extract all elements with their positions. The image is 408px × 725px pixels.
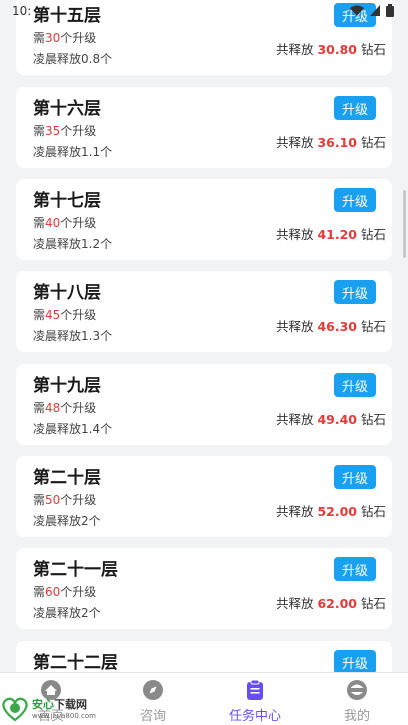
- level-card: 第二十二层 升级: [16, 641, 392, 672]
- total-release: 共释放 52.00 钻石: [275, 504, 386, 519]
- total-release: 共释放 49.40 钻石: [275, 412, 386, 427]
- compass-icon: [143, 680, 163, 700]
- watermark-brand: 安心下载网: [32, 697, 87, 711]
- upgrade-button[interactable]: 升级: [334, 188, 376, 212]
- watermark-logo: 安心下载网 www.java800.com: [0, 690, 110, 725]
- upgrade-requirement: 需35个升级: [33, 124, 97, 138]
- daily-release: 凌晨释放1.1个: [33, 145, 113, 159]
- daily-release: 凌晨释放2个: [33, 606, 101, 620]
- level-card: 第二十层 升级 需50个升级 凌晨释放2个 共释放 52.00 钻石: [16, 456, 392, 537]
- upgrade-requirement: 需30个升级: [33, 31, 97, 45]
- upgrade-requirement: 需60个升级: [33, 585, 97, 599]
- total-release: 共释放 36.10 钻石: [275, 135, 386, 150]
- daily-release: 凌晨释放1.4个: [33, 422, 113, 436]
- upgrade-requirement: 需50个升级: [33, 493, 97, 507]
- level-title: 第二十层: [33, 468, 101, 488]
- level-card: 第十八层 升级 需45个升级 凌晨释放1.3个 共释放 46.30 钻石: [16, 271, 392, 352]
- daily-release: 凌晨释放1.3个: [33, 329, 113, 343]
- upgrade-button[interactable]: 升级: [334, 650, 376, 672]
- tab-profile[interactable]: 我的: [306, 673, 408, 725]
- total-release: 共释放 62.00 钻石: [275, 596, 386, 611]
- upgrade-button[interactable]: 升级: [334, 280, 376, 304]
- daily-release: 凌晨释放0.8个: [33, 52, 113, 66]
- level-title: 第二十一层: [33, 560, 118, 580]
- upgrade-requirement: 需48个升级: [33, 401, 97, 415]
- level-card: 第十六层 升级 需35个升级 凌晨释放1.1个 共释放 36.10 钻石: [16, 87, 392, 168]
- upgrade-button[interactable]: 升级: [334, 557, 376, 581]
- status-icons: [350, 4, 394, 17]
- tab-label: 我的: [343, 709, 370, 724]
- level-title: 第十六层: [33, 99, 101, 119]
- clipboard-icon: [247, 679, 263, 700]
- total-release: 共释放 30.80 钻石: [275, 42, 386, 57]
- profile-icon: [347, 680, 367, 700]
- watermark-text: 安心下载网 www.java800.com: [32, 696, 96, 720]
- wifi-icon: [350, 5, 364, 16]
- tab-label: 任务中心: [228, 709, 281, 724]
- level-title: 第十七层: [33, 191, 101, 211]
- scrollbar[interactable]: [403, 190, 406, 258]
- tab-label: 咨询: [139, 709, 166, 724]
- level-list[interactable]: 第十五层 升级 需30个升级 凌晨释放0.8个 共释放 30.80 钻石 第十六…: [0, 0, 408, 672]
- level-title: 第十九层: [33, 376, 101, 396]
- level-title: 第二十二层: [33, 653, 118, 672]
- upgrade-requirement: 需45个升级: [33, 308, 97, 322]
- tab-task-center[interactable]: 任务中心: [204, 673, 306, 725]
- total-release: 共释放 41.20 钻石: [275, 227, 386, 242]
- watermark-url: www.java800.com: [32, 711, 96, 720]
- heart-logo-icon: [2, 697, 28, 721]
- upgrade-button[interactable]: 升级: [334, 465, 376, 489]
- upgrade-button[interactable]: 升级: [334, 96, 376, 120]
- upgrade-button[interactable]: 升级: [334, 373, 376, 397]
- total-release: 共释放 46.30 钻石: [275, 319, 386, 334]
- daily-release: 凌晨释放1.2个: [33, 237, 113, 251]
- battery-icon: [386, 4, 394, 17]
- level-title: 第十八层: [33, 283, 101, 303]
- level-card: 第十九层 升级 需48个升级 凌晨释放1.4个 共释放 49.40 钻石: [16, 364, 392, 445]
- upgrade-requirement: 需40个升级: [33, 216, 97, 230]
- status-bar: 10:: [0, 0, 408, 24]
- level-card: 第二十一层 升级 需60个升级 凌晨释放2个 共释放 62.00 钻石: [16, 548, 392, 629]
- level-card: 第十七层 升级 需40个升级 凌晨释放1.2个 共释放 41.20 钻石: [16, 179, 392, 260]
- daily-release: 凌晨释放2个: [33, 514, 101, 528]
- tab-consult[interactable]: 咨询: [102, 673, 204, 725]
- signal-icon: [370, 5, 380, 16]
- status-time: 10:: [12, 4, 32, 18]
